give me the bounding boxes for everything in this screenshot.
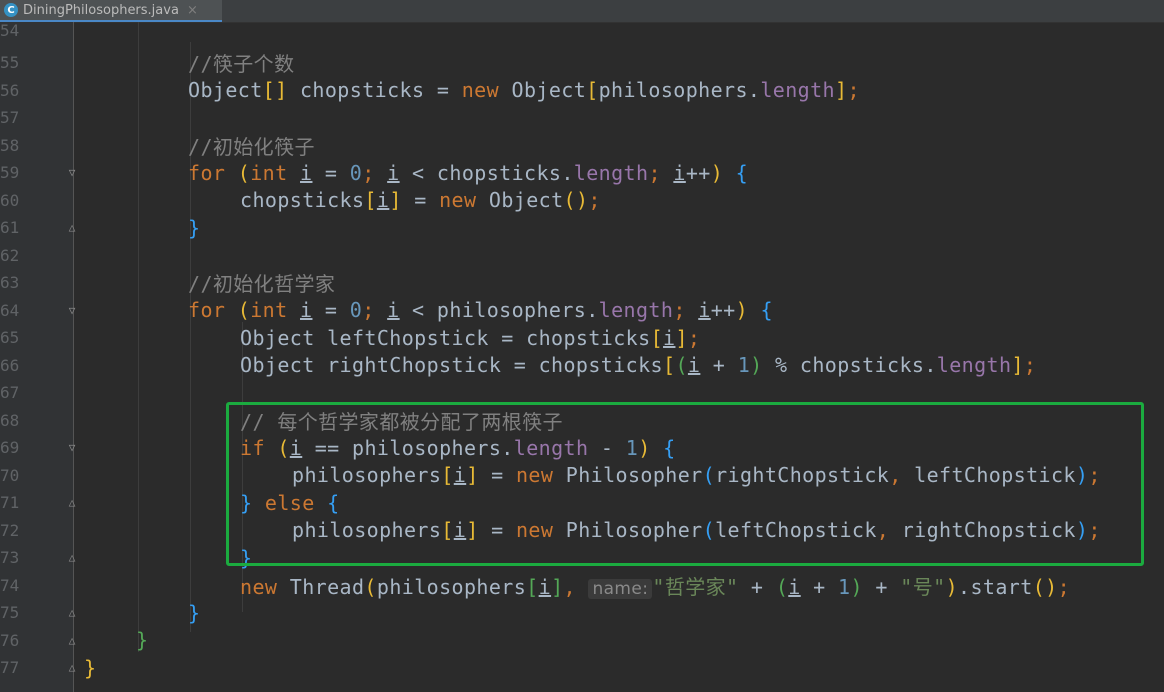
line-number: 59 — [0, 163, 20, 183]
code-line: 65 Object leftChopstick = chopsticks[i]; — [0, 325, 701, 350]
fold-icon[interactable]: ▽ — [66, 441, 78, 454]
code-line: 63 //初始化哲学家 — [0, 269, 1164, 297]
code-line: 66 Object rightChopstick = chopsticks[(i… — [0, 353, 1037, 378]
fold-icon[interactable]: △ — [66, 496, 78, 509]
line-number: 69 — [0, 438, 20, 458]
line-number: 75 — [0, 603, 20, 623]
line-number: 65 — [0, 328, 20, 348]
line-number: 72 — [0, 520, 20, 540]
code-line: 61 △ } — [0, 215, 201, 240]
fold-icon[interactable]: △ — [66, 606, 78, 619]
line-number: 68 — [0, 410, 20, 430]
code-line: 55 //筷子个数 — [0, 49, 1164, 77]
line-number: 55 — [0, 53, 20, 73]
line-number: 64 — [0, 300, 20, 320]
line-number: 54 — [0, 21, 20, 41]
line-number: 57 — [0, 108, 20, 128]
line-number: 66 — [0, 355, 20, 375]
line-number: 60 — [0, 190, 20, 210]
fold-icon[interactable]: △ — [66, 661, 78, 674]
line-number: 70 — [0, 465, 20, 485]
java-class-icon: C — [4, 3, 18, 17]
line-number: 61 — [0, 218, 20, 238]
code-line: 59 ▽ for (int i = 0; i < chopsticks.leng… — [0, 160, 749, 185]
code-line: 56 Object[] chopsticks = new Object[phil… — [0, 78, 860, 103]
fold-icon[interactable]: △ — [66, 221, 78, 234]
line-number: 56 — [0, 80, 20, 100]
line-number: 63 — [0, 273, 20, 293]
code-line: 60 chopsticks[i] = new Object(); — [0, 188, 601, 213]
annotation-highlight-box — [226, 402, 1144, 566]
line-number: 77 — [0, 658, 20, 678]
comment: //筷子个数 — [188, 52, 295, 77]
code-line: 62 — [0, 242, 1164, 270]
fold-icon[interactable]: △ — [66, 634, 78, 647]
line-number: 62 — [0, 245, 20, 265]
fold-icon[interactable]: △ — [66, 551, 78, 564]
code-line: 76 △ } — [0, 628, 149, 653]
line-number: 76 — [0, 630, 20, 650]
line-number: 58 — [0, 135, 20, 155]
code-line: 64 ▽ for (int i = 0; i < philosophers.le… — [0, 298, 773, 323]
comment: //初始化哲学家 — [188, 272, 336, 297]
line-number: 74 — [0, 575, 20, 595]
code-line: 75 △ } — [0, 600, 201, 625]
line-number: 67 — [0, 383, 20, 403]
code-line: 74 new Thread(philosophers[i], name: "哲学家… — [0, 574, 1071, 599]
code-line: 58 //初始化筷子 — [0, 132, 1164, 160]
parameter-hint: name: — [588, 578, 653, 599]
code-line: 77 △ } — [0, 655, 97, 680]
line-number: 73 — [0, 548, 20, 568]
code-editor[interactable]: 54 55 //筷子个数 56 Object[] chopsticks = ne… — [0, 21, 1164, 692]
tab-label: DiningPhilosophers.java — [23, 2, 179, 18]
line-number: 71 — [0, 493, 20, 513]
fold-icon[interactable]: ▽ — [66, 304, 78, 317]
code-line: 54 — [0, 17, 1164, 45]
code-line: 57 — [0, 104, 1164, 132]
comment: //初始化筷子 — [188, 134, 315, 159]
close-icon[interactable]: × — [187, 3, 198, 18]
fold-icon[interactable]: ▽ — [66, 166, 78, 179]
